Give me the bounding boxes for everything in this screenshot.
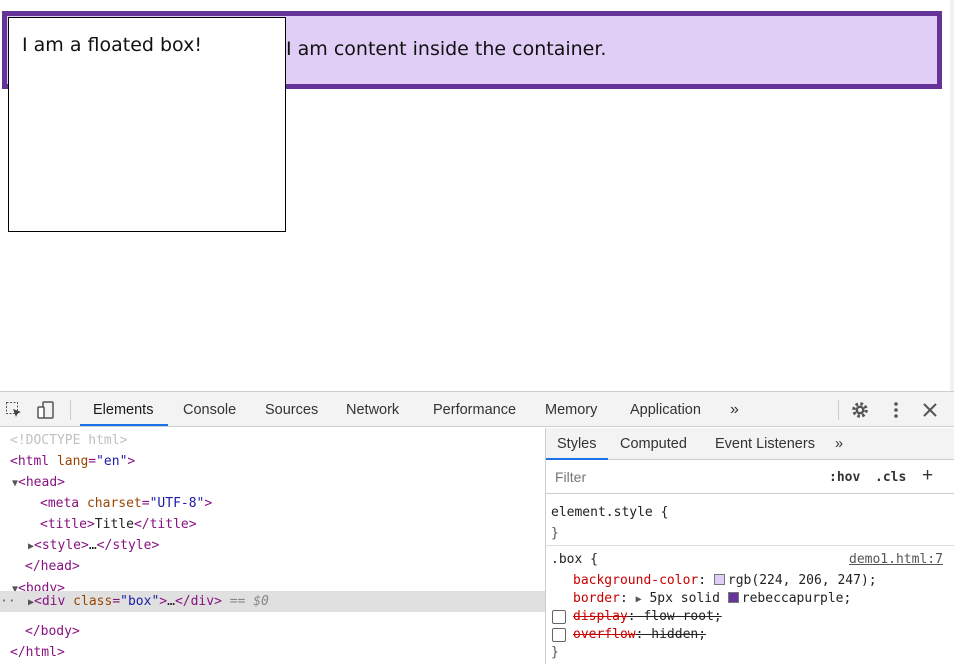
floated-box[interactable]: I am a floated box! bbox=[8, 17, 286, 232]
title-close-tag-name: title bbox=[149, 517, 189, 532]
container-text: I am content inside the container. bbox=[286, 38, 607, 60]
tab-network[interactable]: Network bbox=[344, 392, 401, 427]
scrollbar-edge[interactable] bbox=[950, 0, 954, 391]
dom-node-style[interactable]: ▶<style>…</style> bbox=[28, 535, 159, 556]
close-icon[interactable] bbox=[920, 400, 940, 420]
property-value-color: rebeccapurple; bbox=[741, 591, 852, 606]
dom-node-html[interactable]: <html lang="en"> bbox=[10, 451, 135, 472]
html-tag-name: html bbox=[17, 454, 50, 469]
dom-node-head-close[interactable]: </head> bbox=[25, 556, 80, 577]
toolbar-divider bbox=[70, 400, 71, 420]
element-style-text: element.style { bbox=[551, 505, 669, 520]
title-tag-name: title bbox=[47, 517, 87, 532]
head-tag-name: head bbox=[25, 475, 58, 490]
active-tab-indicator bbox=[80, 424, 168, 426]
meta-charset-value: "UTF-8" bbox=[149, 496, 205, 511]
div-class-attr: class bbox=[73, 594, 113, 609]
styles-filter-input[interactable]: Filter bbox=[555, 469, 586, 485]
element-style-close-brace: } bbox=[551, 526, 559, 541]
styles-filter-row: Filter :hov .cls + bbox=[546, 461, 954, 494]
tab-sources[interactable]: Sources bbox=[263, 392, 320, 427]
div-class-value: "box" bbox=[120, 594, 160, 609]
add-rule-icon[interactable]: + bbox=[922, 465, 933, 487]
meta-tag-name: meta bbox=[47, 496, 80, 511]
source-file-link[interactable]: demo1.html:7 bbox=[849, 551, 943, 569]
settings-gear-icon[interactable] bbox=[850, 400, 870, 420]
dom-node-head[interactable]: ▼<head> bbox=[12, 472, 65, 493]
dom-node-title[interactable]: <title>Title</title> bbox=[40, 514, 197, 535]
property-name: border bbox=[573, 591, 620, 606]
styles-more-chevron[interactable]: » bbox=[835, 428, 843, 460]
gutter-dots: ·· bbox=[0, 594, 16, 609]
declaration-background-color[interactable]: background-color: rgb(224, 206, 247); bbox=[573, 572, 877, 590]
devtools-toolbar: Elements Console Sources Network Perform… bbox=[0, 392, 954, 427]
div-close-tag-name: div bbox=[190, 594, 215, 609]
head-close-tag-name: head bbox=[40, 559, 72, 574]
property-value: rgb(224, 206, 247); bbox=[727, 573, 877, 588]
more-tabs-chevron[interactable]: » bbox=[730, 392, 739, 427]
style-tag-name: style bbox=[41, 538, 81, 553]
declaration-display[interactable]: display: flow-root; bbox=[573, 608, 722, 626]
toolbar-divider-right bbox=[838, 400, 839, 420]
tab-console[interactable]: Console bbox=[181, 392, 238, 427]
hov-toggle[interactable]: :hov bbox=[829, 470, 860, 485]
html-lang-value: "en" bbox=[96, 454, 128, 469]
styles-active-indicator bbox=[546, 458, 608, 460]
html-lang-attr: lang bbox=[56, 454, 89, 469]
kebab-menu-icon[interactable] bbox=[886, 400, 906, 420]
declaration-checkbox[interactable] bbox=[552, 628, 566, 642]
dom-node-body-close[interactable]: </body> bbox=[25, 621, 80, 642]
property-value: 5px solid bbox=[649, 591, 720, 606]
style-close-tag-name: style bbox=[112, 538, 152, 553]
declaration-border[interactable]: border: ▶ 5px solid rebeccapurple; bbox=[573, 590, 851, 608]
tab-styles[interactable]: Styles bbox=[557, 428, 597, 460]
tab-event-listeners[interactable]: Event Listeners bbox=[715, 428, 815, 460]
div-ellipsis: … bbox=[167, 594, 175, 609]
declaration-overflow[interactable]: overflow: hidden; bbox=[573, 626, 706, 644]
dom-node-div-selected[interactable]: ·· ▶<div class="box">…</div> == $0 bbox=[0, 591, 545, 612]
elements-dom-tree: <!DOCTYPE html> <html lang="en"> ▼<head>… bbox=[0, 428, 545, 664]
property-name: overflow bbox=[573, 627, 636, 642]
tab-elements[interactable]: Elements bbox=[91, 392, 155, 427]
inspect-element-icon[interactable] bbox=[4, 400, 24, 420]
property-name: display bbox=[573, 609, 628, 624]
styles-sidebar: Styles Computed Event Listeners » Filter… bbox=[546, 428, 954, 664]
floated-box-text: I am a floated box! bbox=[22, 34, 202, 56]
dom-node-html-close[interactable]: </html> bbox=[10, 642, 65, 663]
box-rule-selector[interactable]: .box { bbox=[551, 551, 598, 569]
selected-node-marker: == $0 bbox=[229, 594, 269, 609]
cls-toggle[interactable]: .cls bbox=[875, 470, 906, 485]
color-swatch-icon[interactable] bbox=[727, 592, 739, 603]
property-name: background-color bbox=[573, 573, 699, 588]
tab-performance[interactable]: Performance bbox=[431, 392, 518, 427]
property-value: hidden; bbox=[651, 627, 707, 642]
dom-node-doctype[interactable]: <!DOCTYPE html> bbox=[10, 430, 127, 451]
color-swatch-icon[interactable] bbox=[713, 574, 725, 585]
tab-application[interactable]: Application bbox=[628, 392, 703, 427]
element-style-selector[interactable]: element.style { bbox=[551, 504, 668, 522]
page-viewport: I am content inside the container. I am … bbox=[0, 0, 954, 391]
property-value: flow-root; bbox=[643, 609, 722, 624]
box-selector-text: .box { bbox=[551, 552, 598, 567]
style-ellipsis: … bbox=[88, 538, 97, 553]
div-tag-name: div bbox=[41, 594, 66, 609]
declaration-checkbox[interactable] bbox=[552, 610, 566, 624]
html-close-tag-name: html bbox=[25, 645, 57, 660]
body-close-tag-name: body bbox=[40, 624, 72, 639]
rule-divider bbox=[546, 545, 954, 546]
tab-memory[interactable]: Memory bbox=[543, 392, 599, 427]
expand-shorthand-triangle-icon[interactable]: ▶ bbox=[636, 594, 642, 605]
dom-node-meta[interactable]: <meta charset="UTF-8"> bbox=[40, 493, 212, 514]
device-toolbar-icon[interactable] bbox=[36, 400, 56, 420]
devtools-panel: Elements Console Sources Network Perform… bbox=[0, 391, 954, 664]
styles-sidebar-tabs: Styles Computed Event Listeners » bbox=[546, 428, 954, 460]
tab-computed[interactable]: Computed bbox=[620, 428, 687, 460]
doctype-text: <!DOCTYPE html> bbox=[10, 433, 128, 448]
box-rule-close-brace: } bbox=[551, 645, 559, 660]
title-text: Title bbox=[94, 517, 134, 532]
meta-charset-attr: charset bbox=[86, 496, 142, 511]
